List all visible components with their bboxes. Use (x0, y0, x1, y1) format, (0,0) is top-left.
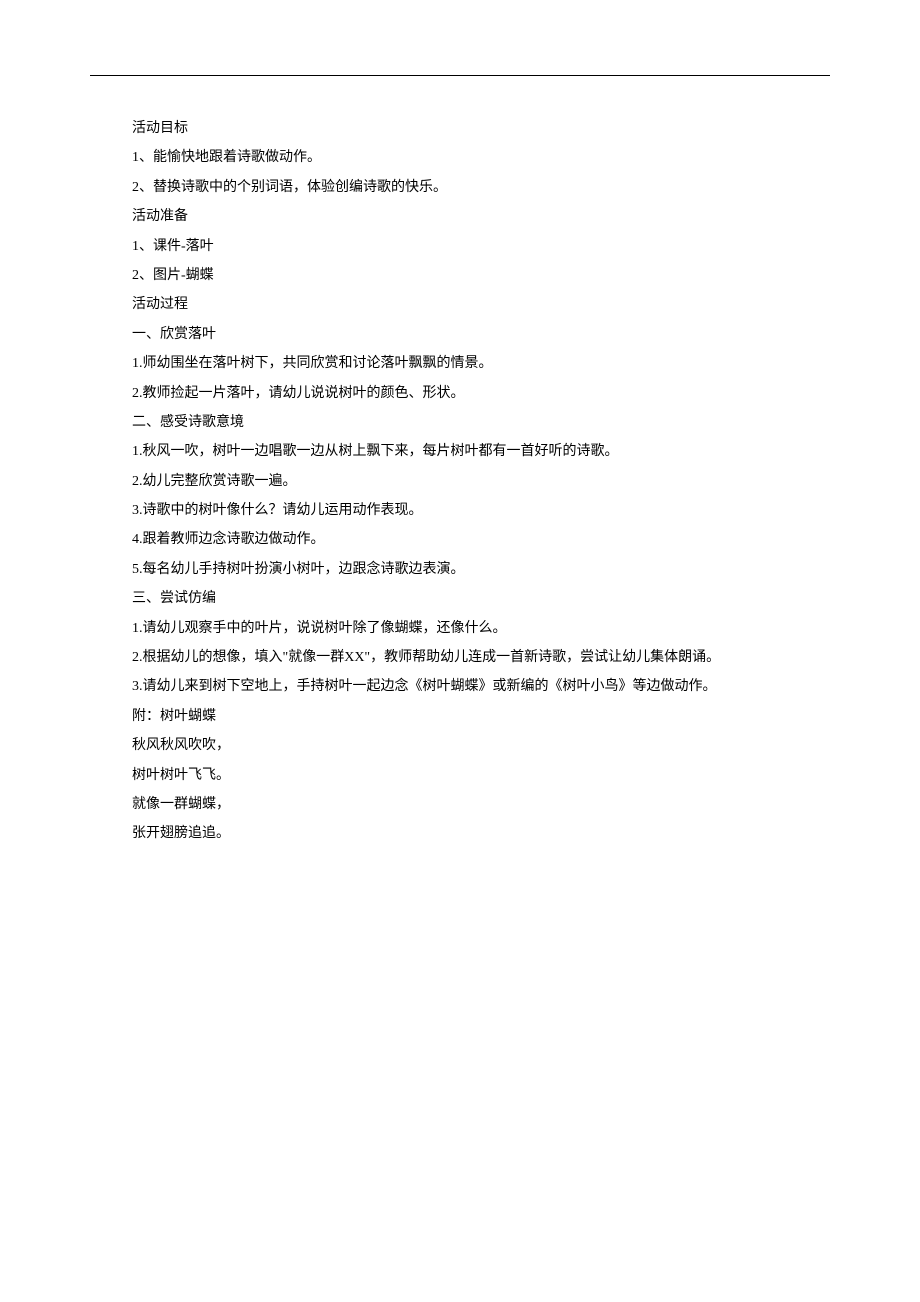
prep-heading: 活动准备 (132, 202, 830, 231)
part3-item: 3.请幼儿来到树下空地上，手持树叶一起边念《树叶蝴蝶》或新编的《树叶小鸟》等边做… (132, 672, 830, 701)
part2-item: 3.诗歌中的树叶像什么？请幼儿运用动作表现。 (132, 496, 830, 525)
part1-heading: 一、欣赏落叶 (132, 320, 830, 349)
goals-item: 1、能愉快地跟着诗歌做动作。 (132, 143, 830, 172)
part3-heading: 三、尝试仿编 (132, 584, 830, 613)
appendix-heading: 附：树叶蝴蝶 (132, 702, 830, 731)
part3-item: 1.请幼儿观察手中的叶片，说说树叶除了像蝴蝶，还像什么。 (132, 614, 830, 643)
poem-line: 张开翅膀追追。 (132, 819, 830, 848)
part2-item: 4.跟着教师边念诗歌边做动作。 (132, 525, 830, 554)
part2-item: 2.幼儿完整欣赏诗歌一遍。 (132, 467, 830, 496)
goals-heading: 活动目标 (132, 114, 830, 143)
process-heading: 活动过程 (132, 290, 830, 319)
poem-line: 就像一群蝴蝶， (132, 790, 830, 819)
part1-item: 2.教师捡起一片落叶，请幼儿说说树叶的颜色、形状。 (132, 379, 830, 408)
prep-item: 2、图片-蝴蝶 (132, 261, 830, 290)
part2-heading: 二、感受诗歌意境 (132, 408, 830, 437)
part2-item: 5.每名幼儿手持树叶扮演小树叶，边跟念诗歌边表演。 (132, 555, 830, 584)
poem-line: 树叶树叶飞飞。 (132, 761, 830, 790)
top-separator (90, 75, 830, 76)
prep-item: 1、课件-落叶 (132, 232, 830, 261)
document-content: 活动目标 1、能愉快地跟着诗歌做动作。 2、替换诗歌中的个别词语，体验创编诗歌的… (90, 114, 830, 849)
part2-item: 1.秋风一吹，树叶一边唱歌一边从树上飘下来，每片树叶都有一首好听的诗歌。 (132, 437, 830, 466)
goals-item: 2、替换诗歌中的个别词语，体验创编诗歌的快乐。 (132, 173, 830, 202)
part3-item: 2.根据幼儿的想像，填入"就像一群XX"，教师帮助幼儿连成一首新诗歌，尝试让幼儿… (132, 643, 830, 672)
poem-line: 秋风秋风吹吹， (132, 731, 830, 760)
part1-item: 1.师幼围坐在落叶树下，共同欣赏和讨论落叶飘飘的情景。 (132, 349, 830, 378)
